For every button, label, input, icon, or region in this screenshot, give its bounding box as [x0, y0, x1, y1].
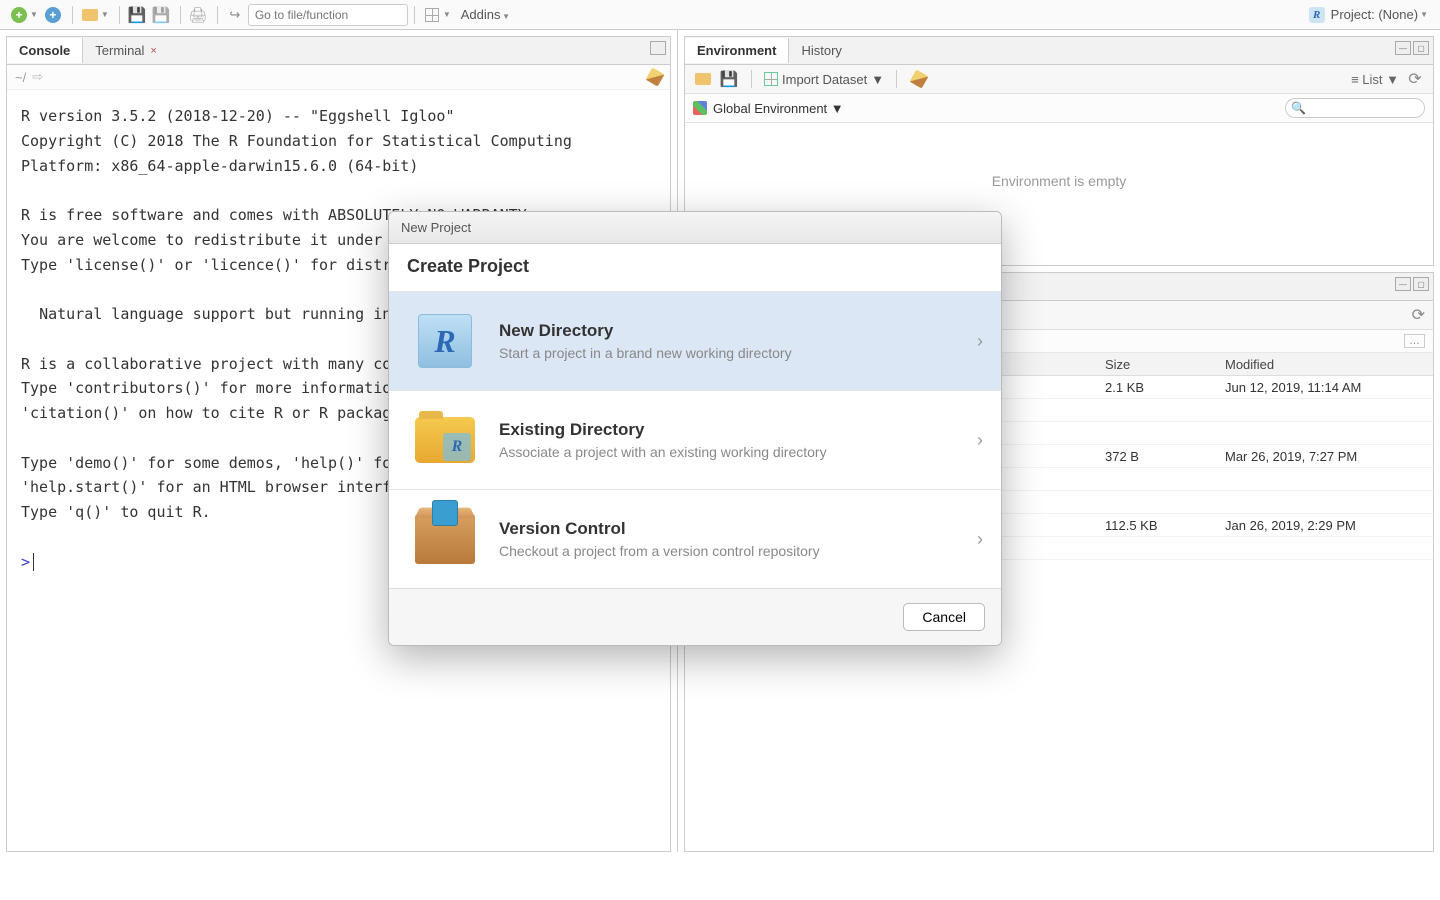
- r-cube-icon: R: [409, 310, 481, 372]
- option-title: New Directory: [499, 321, 792, 341]
- chevron-right-icon: ›: [977, 529, 983, 550]
- modal-overlay: New Project Create Project R New Directo…: [0, 0, 1440, 900]
- option-subtitle: Checkout a project from a version contro…: [499, 543, 820, 559]
- chevron-right-icon: ›: [977, 430, 983, 451]
- folder-icon: R: [409, 409, 481, 471]
- option-new-directory[interactable]: R New Directory Start a project in a bra…: [389, 292, 1001, 391]
- chevron-right-icon: ›: [977, 331, 983, 352]
- option-title: Existing Directory: [499, 420, 827, 440]
- box-icon: [409, 508, 481, 570]
- option-subtitle: Associate a project with an existing wor…: [499, 444, 827, 460]
- option-subtitle: Start a project in a brand new working d…: [499, 345, 792, 361]
- option-title: Version Control: [499, 519, 820, 539]
- new-project-dialog: New Project Create Project R New Directo…: [388, 211, 1002, 646]
- option-version-control[interactable]: Version Control Checkout a project from …: [389, 490, 1001, 588]
- option-existing-directory[interactable]: R Existing Directory Associate a project…: [389, 391, 1001, 490]
- dialog-title: New Project: [389, 212, 1001, 244]
- dialog-subtitle: Create Project: [389, 244, 1001, 292]
- dialog-footer: Cancel: [389, 588, 1001, 645]
- cancel-button[interactable]: Cancel: [903, 603, 985, 631]
